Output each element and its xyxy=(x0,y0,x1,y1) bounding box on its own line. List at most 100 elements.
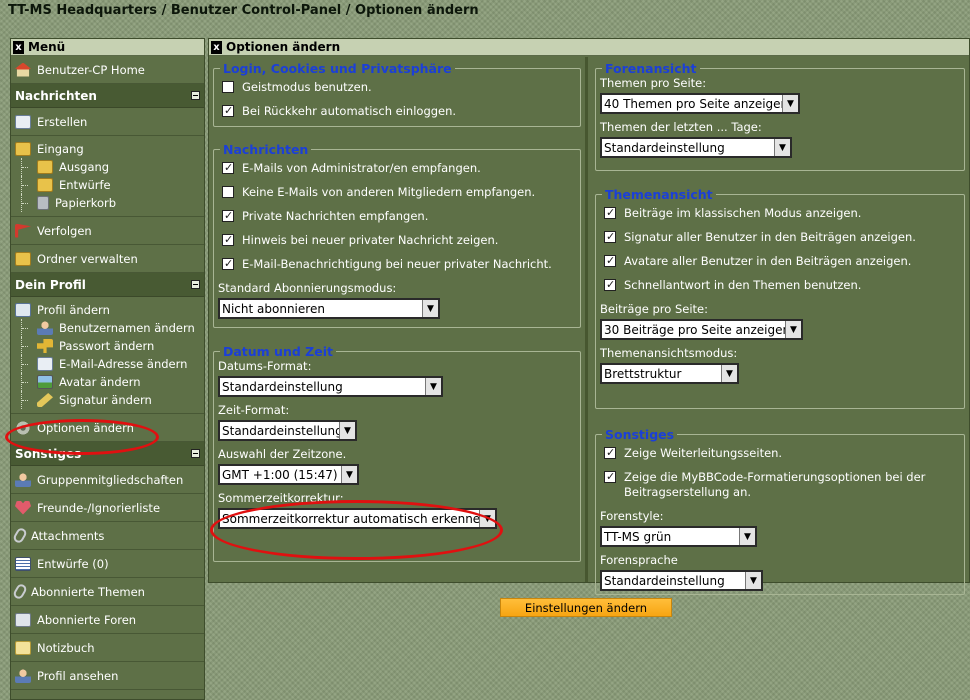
sidebar-item-home[interactable]: Benutzer-CP Home xyxy=(11,56,204,84)
days-select[interactable]: Standardeinstellung ▼ xyxy=(600,137,792,158)
sidebar-item-avatar[interactable]: Avatar ändern xyxy=(15,373,204,391)
posts-per-page-select[interactable]: 30 Beiträge pro Seite anzeigen ▼ xyxy=(600,319,803,340)
sidebar-item-email[interactable]: E-Mail-Adresse ändern xyxy=(15,355,204,373)
option-label: Avatare aller Benutzer in den Beiträgen … xyxy=(624,254,912,268)
fieldset-legend: Themenansicht xyxy=(602,187,716,202)
dst-select[interactable]: Sommerzeitkorrektur automatisch erkennen… xyxy=(218,508,497,529)
sidebar-item-label: Entwürfe (0) xyxy=(37,556,109,571)
forum-style-select[interactable]: TT-MS grün ▼ xyxy=(600,526,757,547)
sidebar-item-profil-aendern[interactable]: Profil ändern xyxy=(15,301,204,319)
tree-line xyxy=(21,337,31,355)
checkbox[interactable] xyxy=(604,445,616,460)
profil-group: Profil ändern Benutzernamen ändern Passw… xyxy=(11,297,204,414)
forum-language-select[interactable]: Standardeinstellung ▼ xyxy=(600,570,763,591)
checkbox[interactable] xyxy=(604,253,616,268)
option-avatare[interactable]: Avatare aller Benutzer in den Beiträgen … xyxy=(604,253,964,269)
sidebar-item-label: Freunde-/Ignorierliste xyxy=(37,500,161,515)
chevron-down-icon[interactable]: ▼ xyxy=(422,300,438,317)
sidebar-item-ausgang[interactable]: Ausgang xyxy=(15,158,204,176)
option-admin-mails[interactable]: E-Mails von Administrator/en empfangen. xyxy=(222,160,580,176)
option-keine-mails[interactable]: Keine E-Mails von anderen Mitgliedern em… xyxy=(222,185,580,200)
option-pn-email[interactable]: E-Mail-Benachrichtigung bei neuer privat… xyxy=(222,256,580,272)
time-format-select[interactable]: Standardeinstellung ▼ xyxy=(218,420,357,441)
sidebar-item-entwuerfe[interactable]: Entwürfe xyxy=(15,176,204,194)
option-pn-empfangen[interactable]: Private Nachrichten empfangen. xyxy=(222,208,580,224)
sidebar-item-passwort[interactable]: Passwort ändern xyxy=(15,337,204,355)
option-autologin[interactable]: Bei Rückkehr automatisch einloggen. xyxy=(222,103,580,119)
sidebar-item-eingang[interactable]: Eingang xyxy=(15,140,204,158)
sidebar-item-notizbuch[interactable]: Notizbuch xyxy=(11,634,204,662)
sidebar-item-papierkorb[interactable]: Papierkorb xyxy=(15,194,204,212)
chevron-down-icon[interactable]: ▼ xyxy=(721,365,737,382)
sidebar-item-benutzername[interactable]: Benutzernamen ändern xyxy=(15,319,204,337)
checkbox[interactable] xyxy=(604,277,616,292)
sidebar-item-verfolgen[interactable]: Verfolgen xyxy=(11,217,204,245)
checkbox[interactable] xyxy=(222,256,234,271)
select-value: TT-MS grün xyxy=(604,529,672,544)
thread-mode-select[interactable]: Brettstruktur ▼ xyxy=(600,363,739,384)
collapse-icon[interactable] xyxy=(191,280,200,289)
forum-icon xyxy=(15,612,31,627)
date-format-select[interactable]: Standardeinstellung ▼ xyxy=(218,376,443,397)
chevron-down-icon[interactable]: ▼ xyxy=(739,528,755,545)
checkbox[interactable] xyxy=(222,186,234,198)
timezone-select[interactable]: GMT +1:00 (15:47) ▼ xyxy=(218,464,359,485)
chevron-down-icon[interactable]: ▼ xyxy=(341,466,357,483)
sidebar-item-abo-foren[interactable]: Abonnierte Foren xyxy=(11,606,204,634)
option-schnellantwort[interactable]: Schnellantwort in den Themen benutzen. xyxy=(604,277,964,293)
sidebar-item-ordner[interactable]: Ordner verwalten xyxy=(11,245,204,273)
sidebar-item-label: Signatur ändern xyxy=(59,393,152,407)
sidebar-item-label: Papierkorb xyxy=(55,196,117,210)
checkbox[interactable] xyxy=(222,232,234,247)
select-value: 30 Beiträge pro Seite anzeigen xyxy=(604,322,791,337)
sidebar-item-optionen[interactable]: Optionen ändern xyxy=(11,414,204,442)
checkbox[interactable] xyxy=(222,81,234,93)
option-label: E-Mails von Administrator/en empfangen. xyxy=(242,161,481,175)
chevron-down-icon[interactable]: ▼ xyxy=(339,422,355,439)
sidebar-item-erstellen[interactable]: Erstellen xyxy=(11,108,204,136)
sidebar-item-gruppen[interactable]: Gruppenmitgliedschaften xyxy=(11,466,204,494)
option-geistmodus[interactable]: Geistmodus benutzen. xyxy=(222,80,580,95)
checkbox[interactable] xyxy=(222,160,234,175)
option-pn-hinweis[interactable]: Hinweis bei neuer privater Nachricht zei… xyxy=(222,232,580,248)
fieldset-legend: Forenansicht xyxy=(602,61,700,76)
topics-per-page-select[interactable]: 40 Themen pro Seite anzeigen ▼ xyxy=(600,93,800,114)
chevron-down-icon[interactable]: ▼ xyxy=(479,510,495,527)
sidebar-item-abo-themen[interactable]: Abonnierte Themen xyxy=(11,578,204,606)
sidebar-item-label: Ordner verwalten xyxy=(37,251,138,266)
chevron-down-icon[interactable]: ▼ xyxy=(774,139,790,156)
chevron-down-icon[interactable]: ▼ xyxy=(782,95,798,112)
chevron-down-icon[interactable]: ▼ xyxy=(745,572,761,589)
checkbox[interactable] xyxy=(604,229,616,244)
sidebar-item-signatur[interactable]: Signatur ändern xyxy=(15,391,204,409)
section-title: Nachrichten xyxy=(15,88,97,103)
abo-mode-select[interactable]: Nicht abonnieren ▼ xyxy=(218,298,440,319)
envelope-icon xyxy=(15,114,31,129)
sidebar-item-label: Benutzer-CP Home xyxy=(37,62,145,77)
collapse-icon[interactable] xyxy=(191,91,200,100)
close-icon[interactable]: x xyxy=(211,40,222,54)
sidebar-item-label: E-Mail-Adresse ändern xyxy=(59,357,188,371)
sidebar-item-freunde[interactable]: Freunde-/Ignorierliste xyxy=(11,494,204,522)
save-settings-button[interactable]: Einstellungen ändern xyxy=(500,598,672,617)
option-mybbcode[interactable]: Zeige die MyBBCode-Formatierungsoptionen… xyxy=(604,469,944,500)
field-label: Themen der letzten ... Tage: xyxy=(600,120,762,134)
sidebar-item-profil-ansehen[interactable]: Profil ansehen xyxy=(11,662,204,690)
close-icon[interactable]: x xyxy=(13,40,24,54)
breadcrumb: TT-MS Headquarters / Benutzer Control-Pa… xyxy=(8,3,479,18)
collapse-icon[interactable] xyxy=(191,449,200,458)
sidebar-item-attachments[interactable]: Attachments xyxy=(11,522,204,550)
chevron-down-icon[interactable]: ▼ xyxy=(425,378,441,395)
checkbox[interactable] xyxy=(604,205,616,220)
sidebar-item-entwuerfe-count[interactable]: Entwürfe (0) xyxy=(11,550,204,578)
checkbox[interactable] xyxy=(222,103,234,118)
chevron-down-icon[interactable]: ▼ xyxy=(785,321,801,338)
option-weiterleitung[interactable]: Zeige Weiterleitungsseiten. xyxy=(604,445,964,461)
folder-icon xyxy=(15,142,31,156)
sidebar-menu: x Menü Benutzer-CP Home Nachrichten Erst… xyxy=(10,38,205,700)
checkbox[interactable] xyxy=(604,469,616,484)
fieldset-sonstiges: Sonstiges Zeige Weiterleitungsseiten. Ze… xyxy=(595,427,965,595)
checkbox[interactable] xyxy=(222,208,234,223)
option-klassisch[interactable]: Beiträge im klassischen Modus anzeigen. xyxy=(604,205,964,221)
option-signatur[interactable]: Signatur aller Benutzer in den Beiträgen… xyxy=(604,229,964,245)
